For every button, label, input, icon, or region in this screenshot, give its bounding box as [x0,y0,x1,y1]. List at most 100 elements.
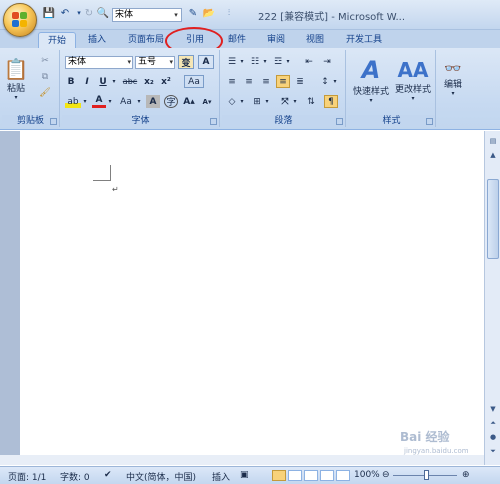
dialog-launcher-icon[interactable] [50,118,57,125]
full-screen-reading-icon[interactable] [288,470,302,481]
chevron-down-icon[interactable]: ▾ [110,75,118,88]
quick-font-combo[interactable]: 宋体 ▾ [112,8,182,22]
document-page[interactable] [20,131,484,465]
format-painter-icon[interactable]: 🖌 [38,86,52,100]
superscript-icon[interactable]: x² [159,75,173,88]
print-preview-icon[interactable]: 🔍 [96,6,110,20]
zoom-in-icon[interactable]: ⊕ [462,470,470,480]
chevron-down-icon[interactable]: ▾ [264,95,270,108]
dialog-launcher-icon[interactable] [336,118,343,125]
browse-object-icon[interactable]: ● [487,431,499,443]
zoom-slider-thumb[interactable] [424,470,429,480]
open-folder-icon[interactable]: 📂 [202,6,216,20]
format-painter-icon[interactable]: ✎ [186,6,200,20]
chevron-down-icon[interactable]: ▾ [106,95,114,108]
character-border-icon[interactable]: A [198,55,214,69]
multilevel-list-icon[interactable]: ☲ [271,55,285,68]
font-size-combo[interactable]: 五号 ▾ [135,56,175,69]
highlight-icon[interactable]: ab [65,95,81,108]
print-layout-view-icon[interactable] [272,470,286,481]
justify-icon[interactable]: ≡ [276,75,290,88]
chevron-down-icon[interactable]: ▾ [285,55,291,68]
language-status[interactable]: 中文(简体，中国) [126,470,196,483]
shading-icon[interactable]: ◇ [225,95,239,108]
dialog-launcher-icon[interactable] [426,118,433,125]
tab-developer[interactable]: 开发工具 [340,32,388,48]
tab-home[interactable]: 开始 [38,32,76,48]
grow-font-icon[interactable]: A▴ [182,95,196,108]
scroll-up-icon[interactable]: ▲ [487,149,499,161]
group-label-paragraph: 段落 [222,115,345,127]
group-editing: 👓 编辑 ▾ [438,50,468,127]
show-paragraph-marks-icon[interactable]: ¶ [324,95,338,108]
align-left-icon[interactable]: ≡ [225,75,239,88]
borders-icon[interactable]: ⊞ [250,95,264,108]
paste-button[interactable]: 📋 粘贴 ▾ [4,54,29,104]
zoom-level[interactable]: 100% [354,470,380,480]
previous-page-icon[interactable]: ⏶ [487,417,499,429]
chevron-down-icon[interactable]: ▾ [239,95,245,108]
scroll-thumb[interactable] [487,179,499,259]
clear-formatting-icon[interactable]: Aa [184,75,204,88]
line-spacing-icon[interactable]: ↕ [318,75,332,88]
copy-icon[interactable]: ⧉ [38,70,52,84]
tab-view[interactable]: 视图 [301,32,329,48]
underline-icon[interactable]: U [97,75,109,88]
align-center-icon[interactable]: ≡ [242,75,256,88]
customize-toolbar-icon[interactable]: ⫶ [222,6,236,20]
draft-view-icon[interactable] [336,470,350,481]
font-name-combo[interactable]: 宋体 ▾ [65,56,133,69]
subscript-icon[interactable]: x₂ [142,75,156,88]
chevron-down-icon[interactable]: ▾ [262,55,268,68]
italic-icon[interactable]: I [81,75,93,88]
page-count[interactable]: 页面: 1/1 [8,470,46,483]
chevron-down-icon[interactable]: ▾ [332,75,338,88]
zoom-out-icon[interactable]: ⊖ [382,470,390,480]
tab-page-layout[interactable]: 页面布局 [124,32,168,48]
macro-record-icon[interactable]: ▣ [240,470,249,480]
vertical-scrollbar[interactable]: ▤ ▲ ▼ ⏶ ● ⏷ [484,131,500,465]
bullets-icon[interactable]: ☰ [225,55,239,68]
ruler-toggle-icon[interactable]: ▤ [487,135,499,147]
phonetic-guide-icon[interactable]: 变 [178,55,194,69]
chevron-down-icon[interactable]: ▾ [81,95,89,108]
bold-icon[interactable]: B [65,75,77,88]
text-direction-icon[interactable]: ⤧ [278,95,292,108]
proofing-icon[interactable]: ✔ [104,470,112,480]
strikethrough-icon[interactable]: abc [121,75,139,88]
chevron-down-icon: ▾ [174,11,178,19]
dialog-launcher-icon[interactable] [210,118,217,125]
numbering-icon[interactable]: ☷ [248,55,262,68]
redo-icon[interactable]: ↻ [82,6,96,20]
cut-icon[interactable]: ✂ [38,54,52,68]
shrink-font-icon[interactable]: A▾ [200,95,214,108]
chevron-down-icon[interactable]: ▾ [239,55,245,68]
horizontal-scrollbar[interactable] [0,455,484,465]
increase-indent-icon[interactable]: ⇥ [320,55,334,68]
align-right-icon[interactable]: ≡ [259,75,273,88]
tab-mailings[interactable]: 邮件 [223,32,251,48]
distributed-icon[interactable]: ≣ [293,75,307,88]
quick-styles-button[interactable]: A 快速样式 ▾ [350,54,392,106]
word-count[interactable]: 字数: 0 [60,470,90,483]
scroll-down-icon[interactable]: ▼ [487,403,499,415]
next-page-icon[interactable]: ⏷ [487,445,499,457]
character-shading-icon[interactable]: A [146,95,160,108]
change-styles-button[interactable]: AA 更改样式 ▾ [392,54,434,106]
office-button[interactable] [3,3,37,37]
sort-icon[interactable]: ⇅ [304,95,318,108]
tab-insert[interactable]: 插入 [82,32,112,48]
tab-review[interactable]: 审阅 [262,32,290,48]
enclose-characters-icon[interactable]: 字 [164,95,178,108]
insert-mode-status[interactable]: 插入 [212,470,230,483]
outline-view-icon[interactable] [320,470,334,481]
chevron-down-icon[interactable]: ▾ [292,95,298,108]
editing-button[interactable]: 👓 编辑 ▾ [440,54,466,104]
web-layout-icon[interactable] [304,470,318,481]
font-color-icon[interactable]: A [92,95,106,108]
undo-icon[interactable]: ↶ [58,6,72,20]
change-case-icon[interactable]: Aa [117,95,135,108]
save-icon[interactable]: 💾 [42,6,56,20]
chevron-down-icon[interactable]: ▾ [135,95,143,108]
decrease-indent-icon[interactable]: ⇤ [302,55,316,68]
